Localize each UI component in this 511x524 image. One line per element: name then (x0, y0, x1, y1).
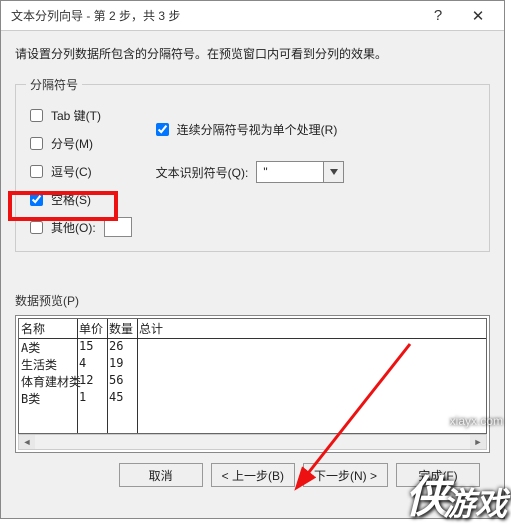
preview-box: 名称单价数量总计 A类1526 生活类419 体育建材类1256 B类145 ◄ ► (15, 315, 490, 453)
preview-cell: 45 (107, 390, 137, 407)
preview-header: 名称 (19, 319, 77, 339)
window-title: 文本分列向导 - 第 2 步，共 3 步 (11, 7, 418, 24)
space-checkbox[interactable] (30, 193, 43, 206)
preview-label: 数据预览(P) (15, 292, 490, 309)
preview-cell: 12 (77, 373, 107, 390)
preview-cell: 体育建材类 (19, 373, 77, 390)
preview-scrollbar[interactable]: ◄ ► (18, 434, 487, 450)
preview-cell (137, 373, 486, 390)
space-label: 空格(S) (51, 191, 91, 208)
tab-label: Tab 键(T) (51, 107, 101, 124)
next-button[interactable]: 下一步(N) > (303, 463, 388, 487)
scroll-right-icon[interactable]: ► (470, 435, 486, 449)
qualifier-select[interactable]: " (256, 161, 344, 183)
semicolon-checkbox[interactable] (30, 137, 43, 150)
help-button[interactable]: ? (418, 2, 458, 30)
titlebar: 文本分列向导 - 第 2 步，共 3 步 ? ✕ (1, 1, 504, 31)
close-button[interactable]: ✕ (458, 2, 498, 30)
preview-cell: 1 (77, 390, 107, 407)
qualifier-value: " (263, 165, 267, 179)
preview-cell: 生活类 (19, 356, 77, 373)
preview-cell (137, 390, 486, 407)
preview-cell: 15 (77, 339, 107, 356)
comma-checkbox[interactable] (30, 165, 43, 178)
preview-header: 总计 (137, 319, 486, 339)
preview-header: 数量 (107, 319, 137, 339)
preview-cell (137, 339, 486, 356)
preview-cell: B类 (19, 390, 77, 407)
tab-checkbox[interactable] (30, 109, 43, 122)
cancel-button[interactable]: 取消 (119, 463, 203, 487)
button-row: 取消 < 上一步(B) 下一步(N) > 完成(F) (15, 453, 490, 487)
preview-header: 单价 (77, 319, 107, 339)
comma-label: 逗号(C) (51, 163, 92, 180)
qualifier-label: 文本识别符号(Q): (156, 164, 249, 181)
preview-cell (137, 356, 486, 373)
delimiters-legend: 分隔符号 (26, 76, 82, 93)
preview-cell: 56 (107, 373, 137, 390)
preview-cell: A类 (19, 339, 77, 356)
preview-grid: 名称单价数量总计 A类1526 生活类419 体育建材类1256 B类145 (18, 318, 487, 434)
scroll-track[interactable] (35, 435, 470, 449)
preview-cell: 19 (107, 356, 137, 373)
preview-cell: 26 (107, 339, 137, 356)
back-button[interactable]: < 上一步(B) (211, 463, 295, 487)
other-label: 其他(O): (51, 219, 96, 236)
consecutive-label: 连续分隔符号视为单个处理(R) (177, 121, 338, 138)
chevron-down-icon[interactable] (324, 161, 344, 183)
wizard-window: 文本分列向导 - 第 2 步，共 3 步 ? ✕ 请设置分列数据所包含的分隔符号… (0, 0, 505, 519)
other-checkbox[interactable] (30, 221, 43, 234)
semicolon-label: 分号(M) (51, 135, 93, 152)
instruction-text: 请设置分列数据所包含的分隔符号。在预览窗口内可看到分列的效果。 (15, 45, 490, 62)
finish-button[interactable]: 完成(F) (396, 463, 480, 487)
consecutive-checkbox[interactable] (156, 123, 169, 136)
other-input[interactable] (104, 217, 132, 237)
scroll-left-icon[interactable]: ◄ (19, 435, 35, 449)
delimiters-group: 分隔符号 Tab 键(T) 分号(M) 逗号(C) (15, 76, 490, 252)
preview-cell: 4 (77, 356, 107, 373)
